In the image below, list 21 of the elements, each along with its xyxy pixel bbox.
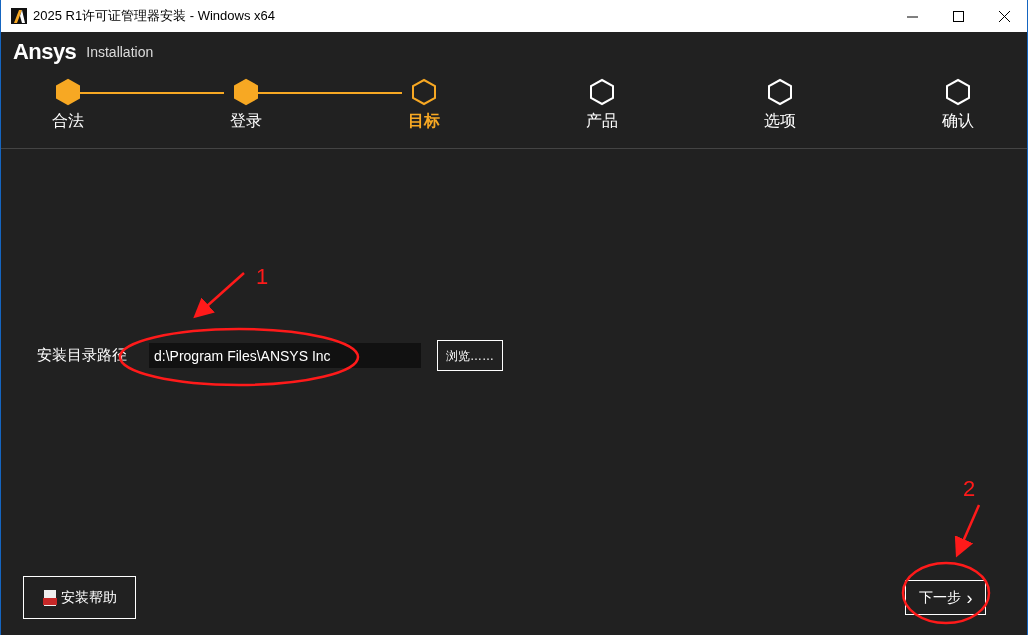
- maximize-icon: [952, 10, 964, 22]
- window-title: 2025 R1许可证管理器安装 - Windows x64: [33, 7, 275, 26]
- install-help-button[interactable]: 安装帮助: [23, 576, 136, 619]
- close-icon: [998, 10, 1010, 22]
- ansys-logo: Ansys: [13, 41, 77, 63]
- annotation-number: 2: [963, 478, 976, 500]
- installation-label: Installation: [86, 42, 154, 62]
- path-input[interactable]: d:\Program Files\ANSYS Inc: [149, 343, 421, 368]
- annotation-number: 1: [256, 266, 269, 288]
- pdf-icon: [42, 589, 57, 606]
- step-label[interactable]: 确认: [942, 109, 974, 133]
- annotation-arrow: [193, 272, 245, 319]
- step-label[interactable]: 登录: [230, 109, 262, 133]
- next-button[interactable]: 下一步 ›: [905, 580, 986, 615]
- step-label[interactable]: 目标: [408, 109, 440, 133]
- browse-button[interactable]: 浏览……: [437, 340, 503, 371]
- logo-icon: [11, 8, 27, 24]
- step-label[interactable]: 产品: [586, 109, 618, 133]
- step-label[interactable]: 选项: [764, 109, 796, 133]
- annotation-arrow: [954, 504, 981, 558]
- step-label[interactable]: 合法: [52, 109, 84, 133]
